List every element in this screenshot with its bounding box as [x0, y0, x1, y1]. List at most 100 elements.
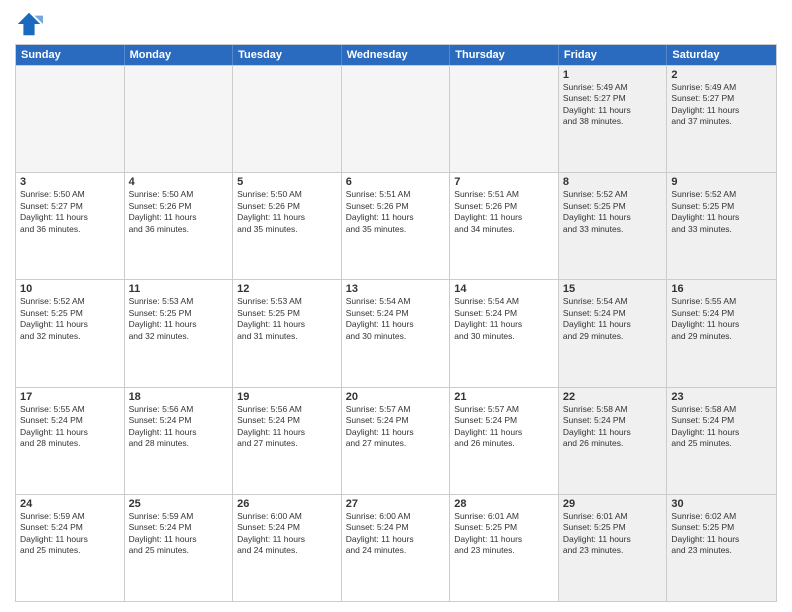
calendar-week: 17Sunrise: 5:55 AM Sunset: 5:24 PM Dayli… [16, 387, 776, 494]
day-number: 21 [454, 391, 554, 403]
weekday-header: Thursday [450, 45, 559, 65]
day-number: 25 [129, 498, 229, 510]
day-info: Sunrise: 5:58 AM Sunset: 5:24 PM Dayligh… [563, 404, 663, 450]
day-number: 24 [20, 498, 120, 510]
day-number: 16 [671, 283, 772, 295]
calendar-cell: 3Sunrise: 5:50 AM Sunset: 5:27 PM Daylig… [16, 173, 125, 279]
logo [15, 10, 47, 38]
day-info: Sunrise: 5:52 AM Sunset: 5:25 PM Dayligh… [20, 296, 120, 342]
day-info: Sunrise: 5:54 AM Sunset: 5:24 PM Dayligh… [454, 296, 554, 342]
day-info: Sunrise: 5:55 AM Sunset: 5:24 PM Dayligh… [671, 296, 772, 342]
day-number: 3 [20, 176, 120, 188]
day-info: Sunrise: 5:49 AM Sunset: 5:27 PM Dayligh… [563, 82, 663, 128]
day-info: Sunrise: 5:54 AM Sunset: 5:24 PM Dayligh… [563, 296, 663, 342]
day-info: Sunrise: 5:52 AM Sunset: 5:25 PM Dayligh… [671, 189, 772, 235]
calendar-cell: 27Sunrise: 6:00 AM Sunset: 5:24 PM Dayli… [342, 495, 451, 601]
day-number: 20 [346, 391, 446, 403]
calendar-cell: 1Sunrise: 5:49 AM Sunset: 5:27 PM Daylig… [559, 66, 668, 172]
day-number: 2 [671, 69, 772, 81]
calendar-cell: 20Sunrise: 5:57 AM Sunset: 5:24 PM Dayli… [342, 388, 451, 494]
calendar-cell: 8Sunrise: 5:52 AM Sunset: 5:25 PM Daylig… [559, 173, 668, 279]
day-info: Sunrise: 5:52 AM Sunset: 5:25 PM Dayligh… [563, 189, 663, 235]
day-number: 26 [237, 498, 337, 510]
day-number: 22 [563, 391, 663, 403]
day-info: Sunrise: 5:51 AM Sunset: 5:26 PM Dayligh… [346, 189, 446, 235]
day-number: 29 [563, 498, 663, 510]
day-info: Sunrise: 5:50 AM Sunset: 5:26 PM Dayligh… [129, 189, 229, 235]
day-number: 23 [671, 391, 772, 403]
calendar-cell: 17Sunrise: 5:55 AM Sunset: 5:24 PM Dayli… [16, 388, 125, 494]
day-number: 14 [454, 283, 554, 295]
calendar-week: 1Sunrise: 5:49 AM Sunset: 5:27 PM Daylig… [16, 65, 776, 172]
day-number: 12 [237, 283, 337, 295]
calendar-cell: 15Sunrise: 5:54 AM Sunset: 5:24 PM Dayli… [559, 280, 668, 386]
calendar-cell: 2Sunrise: 5:49 AM Sunset: 5:27 PM Daylig… [667, 66, 776, 172]
weekday-header: Friday [559, 45, 668, 65]
weekday-header: Sunday [16, 45, 125, 65]
calendar-week: 3Sunrise: 5:50 AM Sunset: 5:27 PM Daylig… [16, 172, 776, 279]
day-info: Sunrise: 5:50 AM Sunset: 5:26 PM Dayligh… [237, 189, 337, 235]
calendar-cell: 13Sunrise: 5:54 AM Sunset: 5:24 PM Dayli… [342, 280, 451, 386]
day-info: Sunrise: 6:01 AM Sunset: 5:25 PM Dayligh… [563, 511, 663, 557]
day-info: Sunrise: 5:59 AM Sunset: 5:24 PM Dayligh… [129, 511, 229, 557]
weekday-header: Wednesday [342, 45, 451, 65]
calendar-cell: 24Sunrise: 5:59 AM Sunset: 5:24 PM Dayli… [16, 495, 125, 601]
calendar-cell: 14Sunrise: 5:54 AM Sunset: 5:24 PM Dayli… [450, 280, 559, 386]
day-number: 13 [346, 283, 446, 295]
day-number: 30 [671, 498, 772, 510]
day-number: 17 [20, 391, 120, 403]
day-number: 8 [563, 176, 663, 188]
calendar-cell: 25Sunrise: 5:59 AM Sunset: 5:24 PM Dayli… [125, 495, 234, 601]
day-info: Sunrise: 6:02 AM Sunset: 5:25 PM Dayligh… [671, 511, 772, 557]
day-number: 19 [237, 391, 337, 403]
calendar-cell: 7Sunrise: 5:51 AM Sunset: 5:26 PM Daylig… [450, 173, 559, 279]
calendar-cell: 28Sunrise: 6:01 AM Sunset: 5:25 PM Dayli… [450, 495, 559, 601]
day-info: Sunrise: 5:51 AM Sunset: 5:26 PM Dayligh… [454, 189, 554, 235]
day-number: 9 [671, 176, 772, 188]
day-info: Sunrise: 5:56 AM Sunset: 5:24 PM Dayligh… [129, 404, 229, 450]
day-number: 4 [129, 176, 229, 188]
day-number: 5 [237, 176, 337, 188]
day-number: 18 [129, 391, 229, 403]
calendar-cell: 19Sunrise: 5:56 AM Sunset: 5:24 PM Dayli… [233, 388, 342, 494]
calendar-cell: 26Sunrise: 6:00 AM Sunset: 5:24 PM Dayli… [233, 495, 342, 601]
day-number: 15 [563, 283, 663, 295]
day-number: 6 [346, 176, 446, 188]
day-info: Sunrise: 5:50 AM Sunset: 5:27 PM Dayligh… [20, 189, 120, 235]
day-info: Sunrise: 5:57 AM Sunset: 5:24 PM Dayligh… [346, 404, 446, 450]
calendar-cell: 10Sunrise: 5:52 AM Sunset: 5:25 PM Dayli… [16, 280, 125, 386]
calendar: SundayMondayTuesdayWednesdayThursdayFrid… [15, 44, 777, 602]
day-number: 28 [454, 498, 554, 510]
calendar-cell [125, 66, 234, 172]
day-info: Sunrise: 5:59 AM Sunset: 5:24 PM Dayligh… [20, 511, 120, 557]
day-info: Sunrise: 5:49 AM Sunset: 5:27 PM Dayligh… [671, 82, 772, 128]
day-info: Sunrise: 6:01 AM Sunset: 5:25 PM Dayligh… [454, 511, 554, 557]
calendar-cell: 6Sunrise: 5:51 AM Sunset: 5:26 PM Daylig… [342, 173, 451, 279]
day-info: Sunrise: 5:53 AM Sunset: 5:25 PM Dayligh… [237, 296, 337, 342]
day-info: Sunrise: 6:00 AM Sunset: 5:24 PM Dayligh… [237, 511, 337, 557]
weekday-header: Tuesday [233, 45, 342, 65]
calendar-cell: 22Sunrise: 5:58 AM Sunset: 5:24 PM Dayli… [559, 388, 668, 494]
page: SundayMondayTuesdayWednesdayThursdayFrid… [0, 0, 792, 612]
day-number: 10 [20, 283, 120, 295]
day-number: 7 [454, 176, 554, 188]
calendar-body: 1Sunrise: 5:49 AM Sunset: 5:27 PM Daylig… [16, 65, 776, 601]
calendar-cell: 30Sunrise: 6:02 AM Sunset: 5:25 PM Dayli… [667, 495, 776, 601]
day-info: Sunrise: 5:53 AM Sunset: 5:25 PM Dayligh… [129, 296, 229, 342]
calendar-cell: 21Sunrise: 5:57 AM Sunset: 5:24 PM Dayli… [450, 388, 559, 494]
day-number: 27 [346, 498, 446, 510]
calendar-cell [16, 66, 125, 172]
calendar-cell: 11Sunrise: 5:53 AM Sunset: 5:25 PM Dayli… [125, 280, 234, 386]
header [15, 10, 777, 38]
calendar-cell: 9Sunrise: 5:52 AM Sunset: 5:25 PM Daylig… [667, 173, 776, 279]
day-number: 11 [129, 283, 229, 295]
calendar-week: 24Sunrise: 5:59 AM Sunset: 5:24 PM Dayli… [16, 494, 776, 601]
calendar-cell [450, 66, 559, 172]
calendar-cell [233, 66, 342, 172]
calendar-cell: 5Sunrise: 5:50 AM Sunset: 5:26 PM Daylig… [233, 173, 342, 279]
day-number: 1 [563, 69, 663, 81]
calendar-cell: 12Sunrise: 5:53 AM Sunset: 5:25 PM Dayli… [233, 280, 342, 386]
day-info: Sunrise: 5:58 AM Sunset: 5:24 PM Dayligh… [671, 404, 772, 450]
calendar-cell [342, 66, 451, 172]
calendar-cell: 16Sunrise: 5:55 AM Sunset: 5:24 PM Dayli… [667, 280, 776, 386]
